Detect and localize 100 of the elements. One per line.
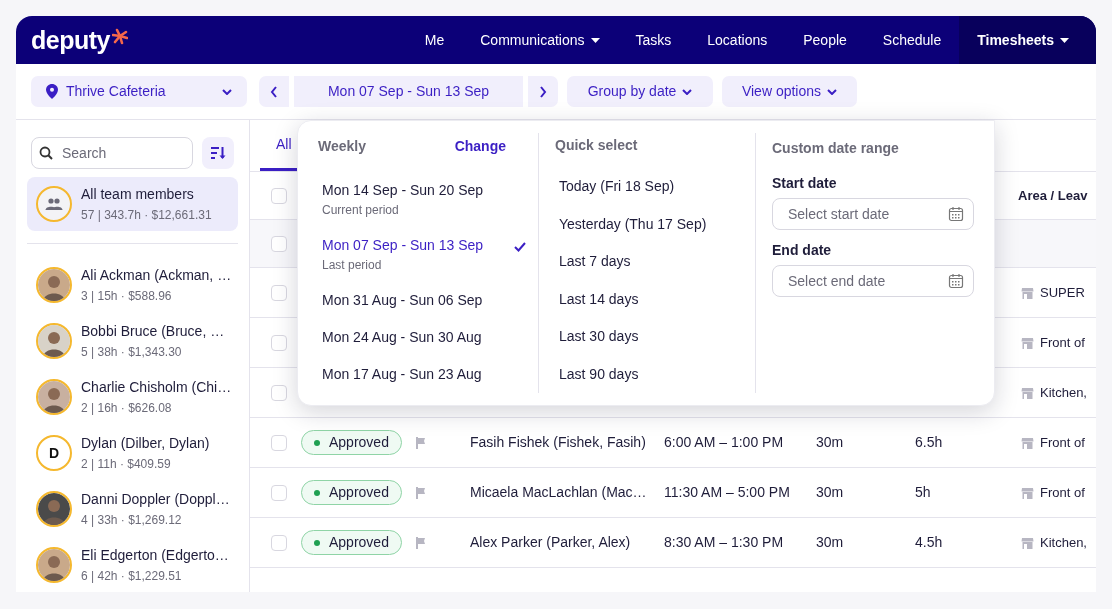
avatar-icon [38, 549, 70, 581]
checkbox[interactable] [271, 384, 287, 401]
status-badge: Approved [301, 530, 402, 555]
hours-total: 6.5h [915, 434, 943, 450]
team-member-item[interactable]: Danni Doppler (Doppl… 4 | 33h · $1,269.12 [27, 483, 238, 535]
section-title: Custom date range [772, 138, 899, 158]
hours-total: 4.5h [915, 534, 943, 550]
team-member-item[interactable]: Bobbi Bruce (Bruce, … 5 | 38h · $1,343.30 [27, 315, 238, 367]
store-icon [1021, 386, 1034, 399]
avatar: D [36, 435, 72, 471]
chevron-right-icon [539, 85, 547, 98]
member-name: Charlie Chisholm (Chi… [81, 378, 229, 397]
checkbox[interactable] [271, 534, 287, 551]
member-name: Bobbi Bruce (Bruce, … [81, 322, 225, 341]
avatar-icon [38, 493, 70, 525]
team-name: All team members [81, 185, 195, 204]
previous-button[interactable] [259, 76, 289, 107]
sort-button[interactable] [202, 137, 234, 169]
store-icon [1021, 486, 1034, 499]
break-duration: 30m [816, 484, 844, 500]
member-name: Dylan (Dilber, Dylan) [81, 434, 210, 453]
employee-name: Micaela MacLachlan (Mac… [470, 484, 647, 500]
break-duration: 30m [816, 434, 844, 450]
employee-name: Fasih Fishek (Fishek, Fasih) [470, 434, 646, 450]
date-range-button[interactable]: Mon 07 Sep - Sun 13 Sep [294, 76, 523, 107]
column-header: Area / Leav [1018, 186, 1088, 205]
flag-icon[interactable] [416, 486, 426, 499]
field-label: Start date [772, 174, 838, 193]
checkbox[interactable] [271, 284, 287, 301]
store-icon [1021, 436, 1034, 449]
team-member-item[interactable]: D Dylan (Dilber, Dylan) 2 | 11h · $409.59 [27, 427, 238, 479]
location-pin-icon [46, 84, 58, 99]
nav-item[interactable]: Tasks [617, 16, 690, 64]
nav-item[interactable]: Locations [689, 16, 786, 64]
break-duration: 30m [816, 534, 844, 550]
section-title: Quick select [555, 136, 638, 155]
nav-item[interactable]: Me [406, 16, 463, 64]
shift-time: 11:30 AM – 5:00 PM [664, 484, 790, 500]
group-by-dropdown[interactable]: Group by date [567, 76, 713, 107]
search-icon [39, 146, 53, 160]
member-stats: 4 | 33h · $1,269.12 [81, 512, 183, 529]
status-badge: Approved [301, 480, 402, 505]
employee-name: Alex Parker (Parker, Alex) [470, 534, 631, 550]
team-member-item[interactable]: Charlie Chisholm (Chi… 2 | 16h · $626.08 [27, 371, 238, 423]
store-icon [1021, 286, 1034, 299]
week-option[interactable]: Mon 24 Aug - Sun 30 Aug [318, 319, 506, 356]
nav-item[interactable]: People [785, 16, 865, 64]
field-label: End date [772, 241, 833, 260]
member-stats: 2 | 16h · $626.08 [81, 400, 173, 417]
checkbox[interactable] [271, 235, 287, 252]
area-name: Front of [1040, 483, 1085, 502]
member-stats: 6 | 42h · $1,229.51 [81, 568, 183, 585]
location-dropdown[interactable]: Thrive Cafeteria [31, 76, 247, 107]
sort-icon [210, 146, 226, 160]
member-name: Danni Doppler (Doppl… [81, 490, 229, 509]
end-date-field[interactable]: Select end date [772, 265, 974, 297]
week-option[interactable]: Mon 17 Aug - Sun 23 Aug [318, 356, 506, 393]
member-stats: 3 | 15h · $588.96 [81, 288, 173, 305]
store-icon [1021, 536, 1034, 549]
area-name: Kitchen, [1040, 383, 1087, 402]
member-stats: 5 | 38h · $1,343.30 [81, 344, 183, 361]
flag-icon[interactable] [416, 436, 426, 449]
logo-text: deputy [31, 27, 110, 53]
nav-item[interactable]: Timesheets [959, 16, 1096, 64]
area-name: Front of [1040, 333, 1085, 352]
quick-select-option[interactable]: Last 30 days [555, 318, 755, 356]
checkbox[interactable] [271, 187, 287, 204]
next-button[interactable] [528, 76, 558, 107]
area-name: SUPER [1040, 283, 1085, 302]
checkbox[interactable] [271, 484, 287, 501]
search-field[interactable]: Search [31, 137, 193, 169]
shift-time: 6:00 AM – 1:00 PM [664, 434, 784, 450]
team-member-item[interactable]: Ali Ackman (Ackman, … 3 | 15h · $588.96 [27, 259, 238, 311]
quick-select-option[interactable]: Yesterday (Thu 17 Sep) [555, 205, 755, 243]
member-name: Ali Ackman (Ackman, … [81, 266, 229, 285]
nav-item[interactable]: Communications [462, 16, 618, 64]
checkbox[interactable] [271, 434, 287, 451]
team-list-item[interactable]: All team members 57 | 343.7h · $12,661.31 [27, 177, 238, 231]
calendar-icon [948, 273, 964, 289]
quick-select-option[interactable]: Last 90 days [555, 355, 755, 393]
checkbox[interactable] [271, 334, 287, 351]
store-icon [1021, 336, 1034, 349]
nav-item[interactable]: Schedule [864, 16, 960, 64]
view-options-dropdown[interactable]: View options [722, 76, 857, 107]
change-link[interactable]: Change [454, 136, 506, 157]
section-title: Weekly [318, 137, 366, 156]
area-name: Front of [1040, 433, 1085, 452]
flag-icon[interactable] [416, 536, 426, 549]
quick-select-option[interactable]: Today (Fri 18 Sep) [555, 168, 755, 206]
quick-select-option[interactable]: Last 14 days [555, 280, 755, 318]
avatar-icon [38, 325, 70, 357]
week-option[interactable]: Mon 31 Aug - Sun 06 Sep [318, 282, 506, 319]
week-option[interactable]: Mon 14 Sep - Sun 20 Sep Current period [318, 172, 506, 227]
team-member-item[interactable]: Eli Edgerton (Edgerto… 6 | 42h · $1,229.51 [27, 539, 238, 591]
chevron-left-icon [270, 85, 278, 98]
week-option[interactable]: Mon 07 Sep - Sun 13 Sep Last period [318, 227, 506, 282]
calendar-icon [948, 206, 964, 222]
quick-select-option[interactable]: Last 7 days [555, 243, 755, 281]
asterisk-icon [111, 28, 128, 46]
start-date-field[interactable]: Select start date [772, 198, 974, 230]
